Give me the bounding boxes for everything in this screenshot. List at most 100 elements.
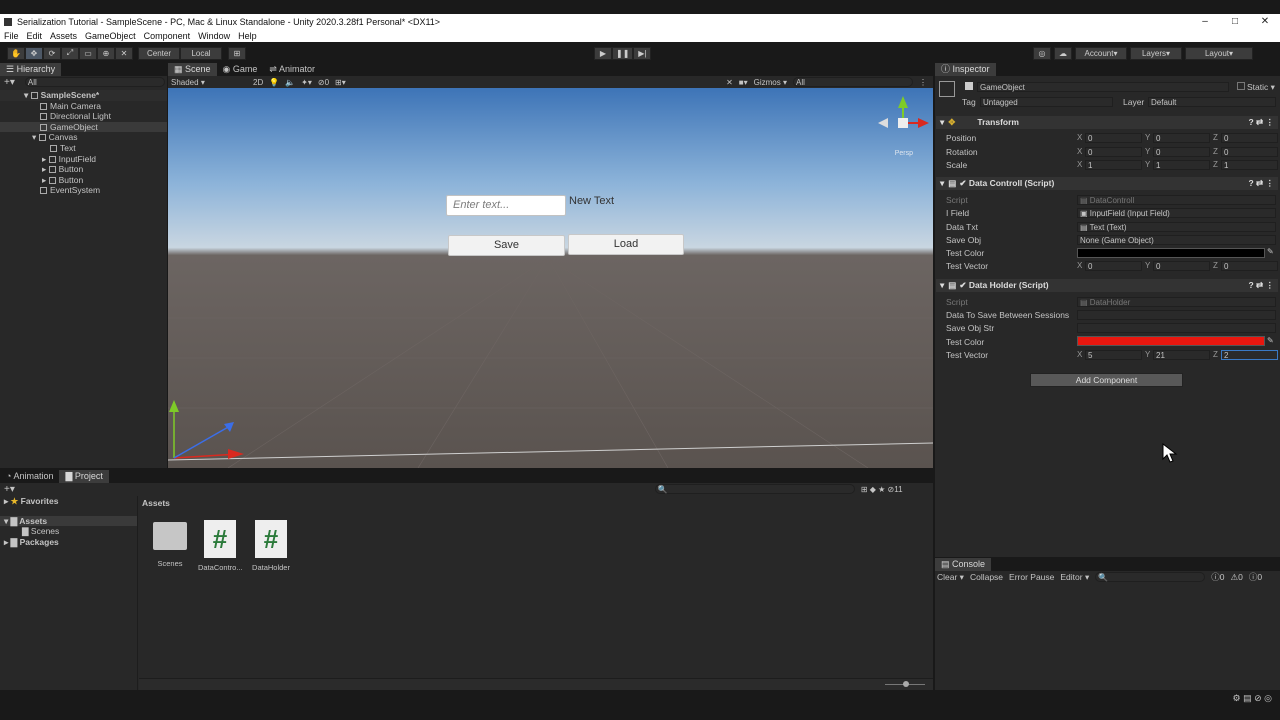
vector-z-field[interactable]: 1 [1221,160,1278,170]
vector-x-field[interactable]: 5 [1085,350,1142,360]
vector-z-label[interactable]: Z [1213,350,1218,359]
gizmos-dropdown[interactable]: Gizmos ▾ [754,78,787,87]
warning-count-icon[interactable]: ⚠0 [1231,572,1243,583]
lighting-icon[interactable]: 💡 [269,78,279,87]
vector-y-label[interactable]: Y [1145,350,1150,359]
vector-x-label[interactable]: X [1077,133,1082,142]
tab-console[interactable]: ▤ Console [935,558,992,571]
object-name-input[interactable]: GameObject [977,82,1229,92]
pause-button[interactable]: ❚❚ [612,46,634,60]
vector-x-label[interactable]: X [1077,350,1082,359]
component-menu-icon[interactable]: ? ⇄ ⋮ [1248,116,1274,129]
more-menu-icon[interactable]: ⋮ [919,78,933,87]
step-button[interactable]: ▶| [633,46,652,60]
scene-search-input[interactable]: All [793,77,913,87]
vector-z-field[interactable]: 0 [1221,147,1278,157]
effects-icon[interactable]: ✦▾ [301,78,312,87]
saveobj-object-field[interactable]: None (Game Object) [1077,235,1276,245]
tab-game[interactable]: ◉ Game [217,63,264,76]
hierarchy-item-directional-light[interactable]: Directional Light [0,111,167,122]
layout-dropdown[interactable]: Layout ▾ [1185,46,1253,60]
filter-icons[interactable]: ⊞ ◆ ★ ⊘11 [861,485,903,494]
menu-help[interactable]: Help [234,31,261,41]
transform-tool-icon[interactable]: ⊕ [97,46,115,60]
console-search-input[interactable]: 🔍 [1095,572,1206,582]
data-holder-header[interactable]: ▾ ▤ ✔ Data Holder (Script) ? ⇄ ⋮ [936,279,1278,292]
icon-size-slider-thumb[interactable] [903,681,909,687]
menu-edit[interactable]: Edit [23,31,47,41]
shading-mode-dropdown[interactable]: Shaded ▾ [171,78,247,87]
grid-icon[interactable]: ⊞▾ [335,78,346,87]
vector-y-field[interactable]: 0 [1153,133,1210,143]
vector-x-field[interactable]: 0 [1085,147,1142,157]
tab-animation[interactable]: ◔ Animation [0,470,59,483]
project-search-input[interactable]: 🔍 [654,484,855,494]
layer-dropdown[interactable]: Default [1148,97,1276,107]
account-dropdown[interactable]: Account ▾ [1075,46,1127,60]
scene-root[interactable]: ▾ SampleScene* [0,90,167,101]
vector-z-field[interactable]: 0 [1221,261,1278,271]
hierarchy-item-button[interactable]: ▸ Button [0,164,167,175]
add-component-button[interactable]: Add Component [1030,373,1183,387]
tab-scene[interactable]: ▦ Scene [168,63,217,76]
pivot-local-button[interactable]: Local [180,46,222,60]
clear-button[interactable]: Clear ▾ [937,572,964,583]
menu-component[interactable]: Component [140,31,195,41]
vector-z-label[interactable]: Z [1213,160,1218,169]
test-color-swatch[interactable] [1077,336,1265,346]
load-button-preview[interactable]: Load [568,234,684,255]
grid-snap-icon[interactable]: ⊞ [228,46,246,60]
tab-inspector[interactable]: ⓘ Inspector [935,63,996,76]
pivot-center-button[interactable]: Center [138,46,180,60]
scale-tool-icon[interactable]: ⤢ [61,46,79,60]
tree-item-scenes[interactable]: ▇ Scenes [0,526,137,537]
audio-icon[interactable]: 🔈 [285,78,295,87]
vector-x-label[interactable]: X [1077,261,1082,270]
ifield-object-field[interactable]: ▣ InputField (Input Field) [1077,208,1276,218]
tree-item-assets[interactable]: ▾ ▇ Assets [0,515,137,527]
vector-y-label[interactable]: Y [1145,261,1150,270]
asset-dataholder-script[interactable]: # DataHolder [249,518,293,572]
close-button[interactable]: ✕ [1250,14,1280,30]
eyedropper-icon[interactable]: ✎ [1267,336,1274,345]
hidden-objects-icon[interactable]: ⊘0 [318,78,329,87]
hierarchy-item-canvas[interactable]: ▾ Canvas [0,132,167,143]
vector-y-field[interactable]: 0 [1153,261,1210,271]
vector-y-field[interactable]: 0 [1153,147,1210,157]
collapse-toggle[interactable]: Collapse [970,572,1003,582]
vector-x-field[interactable]: 0 [1085,261,1142,271]
hierarchy-item-gameobject[interactable]: GameObject [0,121,167,133]
assets-breadcrumb[interactable]: Assets [142,498,170,508]
eyedropper-icon[interactable]: ✎ [1267,247,1274,256]
move-tool-icon[interactable]: ✥ [25,46,43,60]
log-count-icon[interactable]: ⓘ0 [1211,571,1224,583]
layers-dropdown[interactable]: Layers ▾ [1130,46,1182,60]
rotate-tool-icon[interactable]: ⟳ [43,46,61,60]
menu-window[interactable]: Window [194,31,234,41]
add-icon[interactable]: +▾ [4,77,15,88]
component-enabled-checkbox[interactable]: ✔ [959,280,966,290]
hierarchy-item-text[interactable]: Text [0,143,167,154]
vector-x-field[interactable]: 0 [1085,133,1142,143]
error-pause-toggle[interactable]: Error Pause [1009,572,1054,582]
save-button-preview[interactable]: Save [448,235,565,256]
hand-tool-icon[interactable]: ✋ [7,46,25,60]
play-button[interactable]: ▶ [594,46,612,60]
camera-icon[interactable]: ■▾ [739,78,748,87]
scene-viewport[interactable]: Persp Enter text... New Text Save Load [168,88,933,468]
component-menu-icon[interactable]: ? ⇄ ⋮ [1248,177,1274,190]
component-enabled-checkbox[interactable]: ✔ [959,178,966,188]
data-to-save-field[interactable] [1077,310,1276,320]
perspective-label[interactable]: Persp [895,150,913,157]
vector-z-label[interactable]: Z [1213,133,1218,142]
custom-tool-icon[interactable]: ✕ [115,46,133,60]
status-icons[interactable]: ⚙ ▤ ⊘ ◎ [1233,693,1272,704]
active-checkbox[interactable] [965,82,973,90]
tab-hierarchy[interactable]: ☰ Hierarchy [0,63,62,76]
vector-y-field[interactable]: 21 [1153,350,1210,360]
rect-tool-icon[interactable]: ▭ [79,46,97,60]
hierarchy-item-button[interactable]: ▸ Button [0,175,167,186]
hierarchy-item-inputfield[interactable]: ▸ InputField [0,154,167,165]
component-menu-icon[interactable]: ? ⇄ ⋮ [1248,279,1274,292]
tab-project[interactable]: ▇ Project [59,470,109,483]
